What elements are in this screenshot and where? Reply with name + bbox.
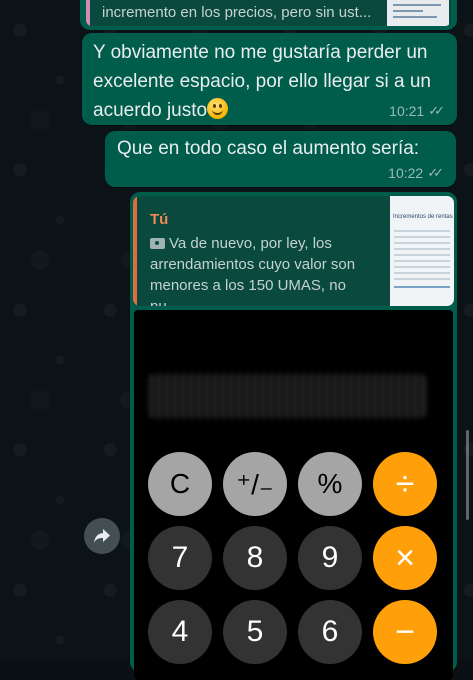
divide-key: ÷ <box>373 452 437 516</box>
reply-quote[interactable]: Tú Va de nuevo, por ley, los arrendamien… <box>133 196 454 306</box>
message-bubble[interactable]: Y obviamente no me gustaría perder un ex… <box>82 33 457 125</box>
calculator-screenshot[interactable]: C ⁺/₋ % ÷ 7 8 9 × 4 5 6 − <box>134 310 453 680</box>
reply-author: Tú <box>150 211 169 228</box>
digit-5-key: 5 <box>223 600 287 664</box>
read-receipt-icon: ✓✓ <box>428 103 445 118</box>
quote-accent-bar <box>86 0 90 26</box>
digit-6-key: 6 <box>298 600 362 664</box>
calculator-display <box>148 364 427 426</box>
image-message-bubble[interactable]: Tú Va de nuevo, por ley, los arrendamien… <box>130 192 457 680</box>
quoted-image-thumbnail <box>387 0 449 26</box>
digit-7-key: 7 <box>148 526 212 590</box>
digit-8-key: 8 <box>223 526 287 590</box>
message-time: 10:22 <box>388 165 424 181</box>
smiling-face-emoji-icon <box>207 98 229 119</box>
digit-4-key: 4 <box>148 600 212 664</box>
camera-icon <box>150 238 165 249</box>
quoted-message-text: incremento en los precios, pero sin ust.… <box>102 4 372 21</box>
scrollbar[interactable] <box>466 430 469 520</box>
multiply-key: × <box>373 526 437 590</box>
message-bubble[interactable]: Que en todo caso el aumento sería: 10:22… <box>105 131 456 187</box>
message-text: Y obviamente no me gustaría perder un ex… <box>93 42 431 121</box>
read-receipt-icon: ✓✓ <box>427 165 444 180</box>
subtract-key: − <box>373 600 437 664</box>
message-text: Que en todo caso el aumento sería: <box>117 138 420 159</box>
percent-key: % <box>298 452 362 516</box>
message-bubble-previous[interactable]: incremento en los precios, pero sin ust.… <box>80 0 457 30</box>
message-time: 10:21 <box>389 103 425 119</box>
digit-9-key: 9 <box>298 526 362 590</box>
forward-button[interactable] <box>84 518 120 554</box>
thumbnail-heading: Incrementos de rentas Comparativas <box>393 214 454 220</box>
redacted-display-area <box>148 374 427 418</box>
plus-minus-key: ⁺/₋ <box>223 452 287 516</box>
quoted-message[interactable]: incremento en los precios, pero sin ust.… <box>86 0 451 26</box>
clear-key: C <box>148 452 212 516</box>
reply-text: Va de nuevo, por ley, los arrendamientos… <box>150 235 356 306</box>
reply-accent-bar <box>133 196 137 306</box>
forward-arrow-icon <box>94 529 110 543</box>
reply-image-thumbnail: Incrementos de rentas Comparativas <box>390 196 454 306</box>
